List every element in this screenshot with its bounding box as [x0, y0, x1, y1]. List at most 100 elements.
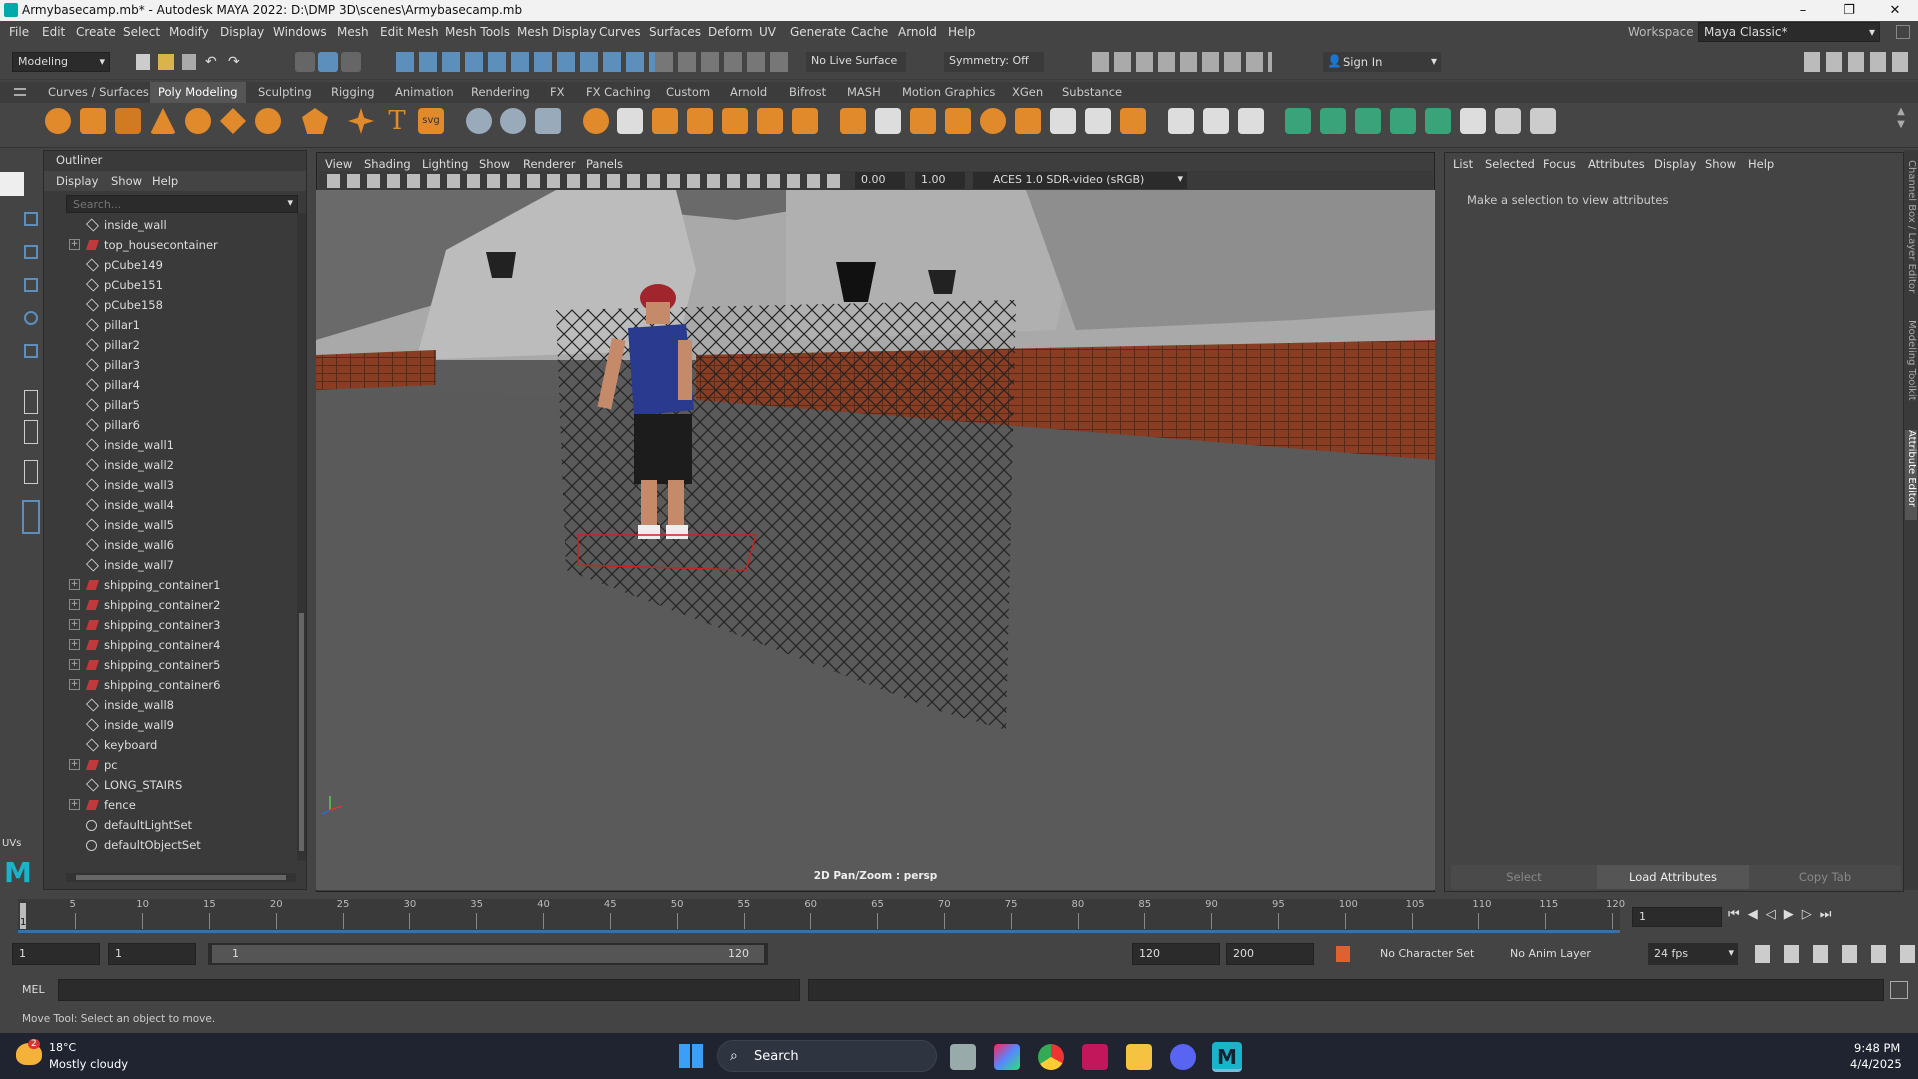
separate-icon[interactable] [617, 108, 643, 134]
sign-in-dropdown[interactable]: 👤 Sign In ▾ [1323, 52, 1441, 72]
viewport-menu-lighting[interactable]: Lighting [422, 157, 468, 171]
poke-icon[interactable] [1015, 108, 1041, 134]
task-view-icon[interactable] [950, 1044, 976, 1070]
outliner-item[interactable]: defaultObjectSet [44, 835, 299, 855]
lasso-tool-icon[interactable] [24, 212, 38, 226]
tab-attribute-editor[interactable]: Attribute Editor [1905, 430, 1917, 520]
outliner-item[interactable]: defaultLightSet [44, 815, 299, 835]
open-scene-icon[interactable] [158, 54, 174, 70]
retopo-icon[interactable] [792, 108, 818, 134]
outliner-search-input[interactable] [67, 196, 267, 212]
expand-icon[interactable]: + [69, 579, 80, 590]
expand-icon[interactable]: + [69, 619, 80, 630]
outliner-item[interactable]: + shipping_container2 [44, 595, 299, 615]
exposure-field[interactable]: 0.00 [855, 172, 905, 189]
outliner-item[interactable]: inside_wall [44, 215, 299, 235]
uv-cylindrical-icon[interactable] [1320, 108, 1346, 134]
attr-menu-list[interactable]: List [1453, 157, 1473, 171]
outliner-item[interactable]: pCube151 [44, 275, 299, 295]
poly-torus-icon[interactable] [185, 108, 211, 134]
viewport-menu-renderer[interactable]: Renderer [523, 157, 576, 171]
reduce-icon[interactable] [722, 108, 748, 134]
menu-set-dropdown[interactable]: Modeling ▾ [12, 52, 110, 72]
workspace-dropdown[interactable]: Maya Classic* ▾ [1698, 22, 1880, 42]
file-explorer-icon[interactable] [1126, 1044, 1152, 1070]
outliner-item[interactable]: inside_wall1 [44, 435, 299, 455]
attr-menu-show[interactable]: Show [1705, 157, 1736, 171]
tab-modeling-toolkit[interactable]: Modeling Toolkit [1905, 320, 1917, 410]
tab-substance[interactable]: Substance [1062, 85, 1122, 99]
expand-icon[interactable]: + [69, 599, 80, 610]
poly-sphere-icon[interactable] [45, 108, 71, 134]
outliner-item[interactable]: + top_housecontainer [44, 235, 299, 255]
outliner-item[interactable]: LONG_STAIRS [44, 775, 299, 795]
scene-end-field[interactable]: 200 [1226, 943, 1314, 965]
uv-planar-icon[interactable] [1285, 108, 1311, 134]
tab-poly-modeling[interactable]: Poly Modeling [150, 82, 246, 103]
playback-controls[interactable]: ⏮◀◁▶▷⏭ [1728, 907, 1913, 927]
tab-arnold[interactable]: Arnold [730, 85, 767, 99]
outliner-item[interactable]: + shipping_container4 [44, 635, 299, 655]
outliner-item[interactable]: + shipping_container3 [44, 615, 299, 635]
app-icon[interactable] [1082, 1044, 1108, 1070]
minimize-button[interactable]: – [1780, 0, 1826, 21]
outliner-item[interactable]: + shipping_container1 [44, 575, 299, 595]
new-scene-icon[interactable] [136, 54, 150, 70]
outliner-item[interactable]: + shipping_container5 [44, 655, 299, 675]
mirror-icon[interactable] [652, 108, 678, 134]
command-input[interactable] [58, 979, 800, 1001]
mel-label[interactable]: MEL [22, 983, 45, 996]
insert-edge-loop-icon[interactable] [1203, 108, 1229, 134]
discord-icon[interactable] [1170, 1044, 1196, 1070]
taskbar-search[interactable]: ⌕ Search [717, 1040, 937, 1072]
outliner-item[interactable]: inside_wall4 [44, 495, 299, 515]
outliner-item[interactable]: pCube158 [44, 295, 299, 315]
outliner-scroll-thumb[interactable] [299, 613, 304, 851]
menu-mesh[interactable]: Mesh [337, 25, 369, 39]
single-view-icon[interactable] [24, 390, 38, 414]
undo-icon[interactable]: ↶ [205, 54, 221, 70]
save-scene-icon[interactable] [182, 54, 196, 70]
uv-spherical-icon[interactable] [1355, 108, 1381, 134]
live-surface-field[interactable]: No Live Surface [806, 52, 906, 72]
viewport-menu-view[interactable]: View [325, 157, 352, 171]
wedge-icon[interactable] [1050, 108, 1076, 134]
expand-icon[interactable]: + [69, 679, 80, 690]
attr-menu-display[interactable]: Display [1654, 157, 1696, 171]
select-by-component-icon[interactable] [341, 52, 361, 72]
menu-display[interactable]: Display [220, 25, 264, 39]
outliner-item[interactable]: + shipping_container6 [44, 675, 299, 695]
symmetry-dropdown[interactable]: Symmetry: Off [944, 52, 1044, 72]
fill-hole-icon[interactable] [945, 108, 971, 134]
svg-icon[interactable]: svg [418, 108, 444, 134]
move-tool-icon[interactable] [24, 278, 38, 292]
expand-icon[interactable]: + [69, 759, 80, 770]
outliner-item[interactable]: inside_wall8 [44, 695, 299, 715]
playback-start-field[interactable]: 1 [108, 943, 196, 965]
lock-icon[interactable] [1896, 25, 1910, 39]
menu-modify[interactable]: Modify [169, 25, 209, 39]
select-by-hierarchy-icon[interactable] [295, 52, 315, 72]
range-slider[interactable]: 1 120 [208, 943, 768, 965]
circularize-icon[interactable] [1085, 108, 1111, 134]
chrome-icon[interactable] [1038, 1044, 1064, 1070]
outliner-item[interactable]: + pc [44, 755, 299, 775]
poly-count-icon[interactable] [535, 108, 561, 134]
poly-disc-icon[interactable] [255, 108, 281, 134]
menu-file[interactable]: File [9, 25, 29, 39]
outliner-item[interactable]: pillar6 [44, 415, 299, 435]
outliner-item[interactable]: + fence [44, 795, 299, 815]
bevel-icon[interactable] [910, 108, 936, 134]
range-slider-handle[interactable]: 1 120 [212, 945, 764, 963]
smooth-icon[interactable] [687, 108, 713, 134]
boolean-icon[interactable] [1120, 108, 1146, 134]
menu-deform[interactable]: Deform [708, 25, 753, 39]
menu-help[interactable]: Help [948, 25, 975, 39]
cleanup-icon[interactable] [500, 108, 526, 134]
outliner-item[interactable]: inside_wall6 [44, 535, 299, 555]
outliner-item[interactable]: keyboard [44, 735, 299, 755]
outliner-item[interactable]: inside_wall3 [44, 475, 299, 495]
attr-menu-help[interactable]: Help [1748, 157, 1774, 171]
outliner-item[interactable]: inside_wall7 [44, 555, 299, 575]
current-frame-field[interactable]: 1 [1632, 907, 1722, 927]
